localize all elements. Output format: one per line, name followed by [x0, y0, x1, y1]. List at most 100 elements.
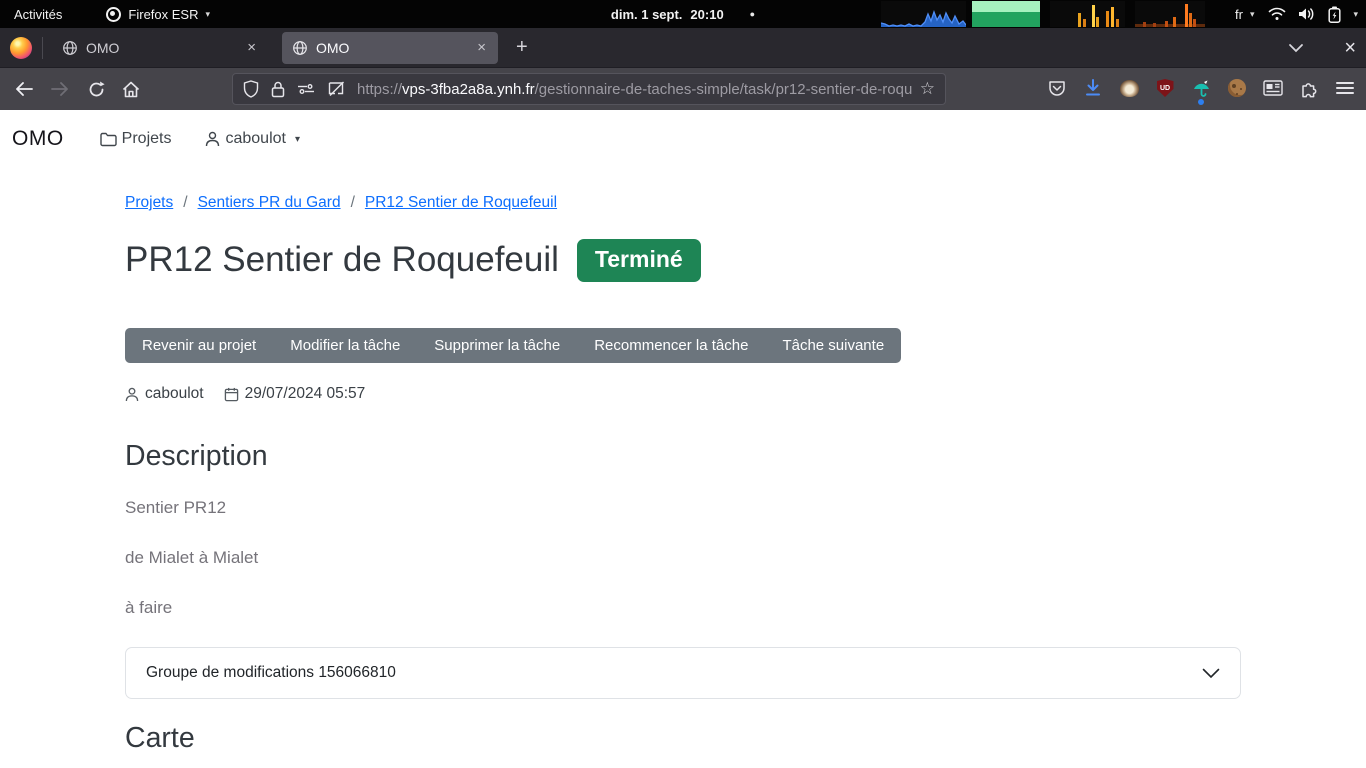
- site-brand[interactable]: OMO: [12, 127, 64, 151]
- reload-button[interactable]: [84, 77, 108, 101]
- tab-close-icon[interactable]: ×: [473, 39, 490, 56]
- tab-title: OMO: [86, 40, 243, 56]
- tab-title: OMO: [316, 40, 473, 56]
- keyboard-layout-button[interactable]: fr ▾: [1235, 0, 1254, 28]
- system-monitor-graphs: [881, 1, 1205, 27]
- home-button[interactable]: [119, 77, 143, 101]
- ublock-label: UD: [1157, 79, 1174, 97]
- disk-graph-icon: [1135, 1, 1205, 27]
- umbrella-extension-icon[interactable]: [1190, 77, 1212, 99]
- wifi-icon: [1268, 6, 1286, 22]
- breadcrumb-link-task[interactable]: PR12 Sentier de Roquefeuil: [365, 194, 557, 212]
- system-status-area[interactable]: ▾: [1268, 6, 1358, 23]
- notification-badge: [1198, 99, 1204, 105]
- chevron-down-icon: [1202, 668, 1220, 679]
- battery-charging-icon: [1328, 6, 1341, 23]
- extensions-puzzle-icon[interactable]: [1298, 77, 1320, 99]
- keyboard-layout-label: fr: [1235, 7, 1243, 22]
- breadcrumb-link-projects[interactable]: Projets: [125, 194, 173, 212]
- url-text[interactable]: https://vps-3fba2a8a.ynh.fr/gestionnaire…: [357, 81, 912, 98]
- back-to-project-button[interactable]: Revenir au projet: [125, 328, 273, 363]
- cpu-graph-icon: [881, 1, 966, 27]
- description-heading: Description: [125, 439, 1241, 473]
- description-line: de Mialet à Mialet: [125, 547, 1241, 569]
- permissions-icon[interactable]: [297, 82, 315, 96]
- hamburger-menu-icon[interactable]: [1334, 77, 1356, 99]
- firefox-tab-bar: OMO × OMO × + ×: [0, 28, 1366, 68]
- tracking-protection-shield-icon[interactable]: [243, 80, 259, 98]
- page-title: PR12 Sentier de Roquefeuil: [125, 236, 559, 284]
- description-line: à faire: [125, 597, 1241, 619]
- clock-date: dim. 1 sept.: [611, 7, 683, 22]
- edit-task-button[interactable]: Modifier la tâche: [273, 328, 417, 363]
- list-all-tabs-icon[interactable]: [1288, 43, 1304, 53]
- next-task-button[interactable]: Tâche suivante: [765, 328, 901, 363]
- firefox-mono-icon: [106, 7, 121, 22]
- task-meta: caboulot 29/07/2024 05:57: [125, 385, 1241, 403]
- map-heading: Carte: [125, 721, 1241, 755]
- task-timestamp: 29/07/2024 05:57: [245, 385, 366, 403]
- memory-graph-icon: [972, 1, 1040, 27]
- notification-dot-icon: ●: [750, 9, 755, 19]
- back-button[interactable]: [12, 77, 36, 101]
- breadcrumb-link-project[interactable]: Sentiers PR du Gard: [198, 194, 341, 212]
- new-tab-button[interactable]: +: [508, 36, 536, 59]
- globe-icon: [62, 40, 78, 56]
- network-graph-icon: [1050, 1, 1125, 27]
- reader-news-icon[interactable]: [1262, 77, 1284, 99]
- url-scheme: https://: [357, 81, 402, 98]
- changeset-accordion-button[interactable]: Groupe de modifications 156066810: [125, 647, 1241, 699]
- nav-user-menu[interactable]: caboulot ▾: [205, 130, 300, 148]
- chevron-down-icon: ▾: [1250, 9, 1255, 20]
- app-menu-button[interactable]: Firefox ESR ▾: [106, 0, 210, 28]
- person-icon: [125, 387, 139, 402]
- forward-button[interactable]: [48, 77, 72, 101]
- nav-projects-link[interactable]: Projets: [100, 130, 172, 148]
- window-close-icon[interactable]: ×: [1344, 37, 1356, 60]
- person-icon: [205, 131, 220, 147]
- tab-omo-2-active[interactable]: OMO ×: [282, 32, 498, 64]
- bookmark-star-icon[interactable]: ☆: [920, 79, 935, 99]
- status-badge: Terminé: [577, 239, 701, 282]
- tab-omo-1[interactable]: OMO ×: [52, 32, 268, 64]
- divider: [42, 37, 43, 59]
- chevron-down-icon: ▾: [1353, 9, 1358, 20]
- firefox-logo-icon: [10, 37, 32, 59]
- canvasblocker-raccoon-icon[interactable]: [1118, 77, 1140, 99]
- calendar-icon: [224, 387, 239, 402]
- app-menu-label: Firefox ESR: [128, 7, 198, 22]
- ublock-origin-icon[interactable]: UD: [1154, 77, 1176, 99]
- clock-time: 20:10: [690, 7, 723, 22]
- url-domain: vps-3fba2a8a.ynh.fr: [402, 81, 535, 98]
- cookies-extension-icon[interactable]: [1226, 77, 1248, 99]
- lock-icon[interactable]: [271, 81, 285, 98]
- volume-icon: [1298, 6, 1316, 22]
- globe-icon: [292, 40, 308, 56]
- autoplay-blocked-icon[interactable]: [327, 81, 345, 97]
- gnome-top-bar: Activités Firefox ESR ▾ dim. 1 sept. 20:…: [0, 0, 1366, 28]
- nav-user-label: caboulot: [225, 130, 286, 148]
- delete-task-button[interactable]: Supprimer la tâche: [417, 328, 577, 363]
- breadcrumb-separator: /: [351, 194, 355, 212]
- changeset-label: Groupe de modifications 156066810: [146, 664, 396, 682]
- clock-button[interactable]: dim. 1 sept. 20:10: [611, 0, 724, 28]
- breadcrumb-separator: /: [183, 194, 187, 212]
- url-bar[interactable]: https://vps-3fba2a8a.ynh.fr/gestionnaire…: [232, 73, 946, 105]
- pocket-icon[interactable]: [1046, 77, 1068, 99]
- url-path: /gestionnaire-de-taches-simple/task/pr12…: [535, 81, 912, 98]
- breadcrumb: Projets / Sentiers PR du Gard / PR12 Sen…: [125, 194, 1241, 212]
- page-content: OMO Projets caboulot ▾ Projets / Sentier…: [0, 110, 1366, 708]
- site-header: OMO Projets caboulot ▾: [0, 110, 1366, 168]
- firefox-nav-toolbar: https://vps-3fba2a8a.ynh.fr/gestionnaire…: [0, 68, 1366, 110]
- description-line: Sentier PR12: [125, 497, 1241, 519]
- restart-task-button[interactable]: Recommencer la tâche: [577, 328, 765, 363]
- activities-button[interactable]: Activités: [14, 0, 62, 28]
- toolbar-extensions: UD: [1046, 77, 1356, 99]
- folder-icon: [100, 132, 117, 147]
- chevron-down-icon: ▾: [295, 134, 300, 145]
- nav-projects-label: Projets: [122, 130, 172, 148]
- task-action-toolbar: Revenir au projet Modifier la tâche Supp…: [125, 328, 901, 363]
- tab-close-icon[interactable]: ×: [243, 39, 260, 56]
- task-author: caboulot: [145, 385, 204, 403]
- downloads-icon[interactable]: [1082, 77, 1104, 99]
